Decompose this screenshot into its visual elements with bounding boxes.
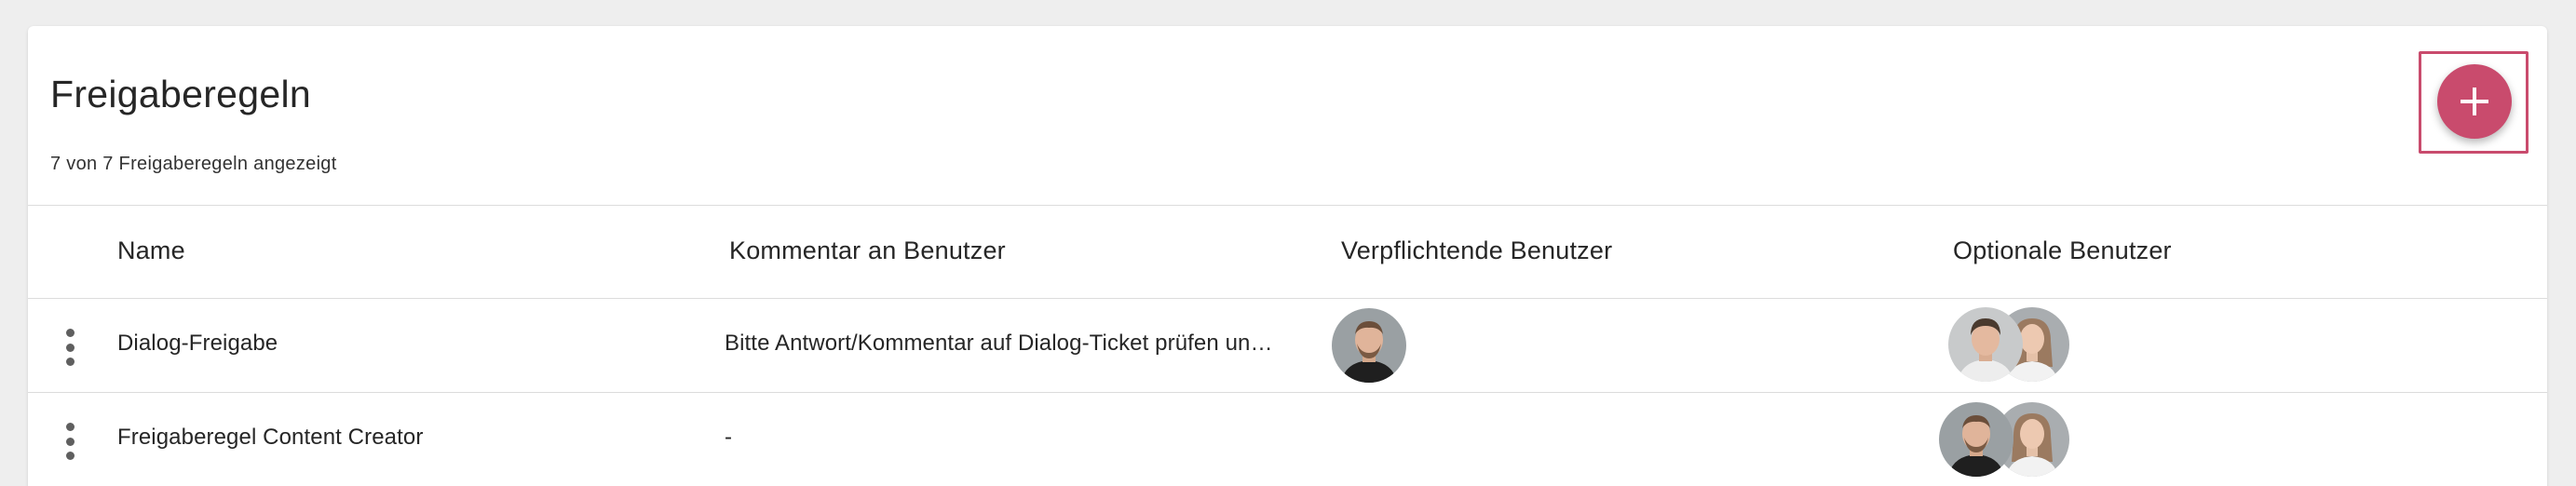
column-header-name[interactable]: Name	[117, 236, 185, 265]
more-vert-icon[interactable]	[61, 423, 78, 460]
man-young-avatar[interactable]	[1948, 307, 2023, 382]
add-button-highlight	[2419, 51, 2529, 154]
table-row[interactable]: Dialog-Freigabe Bitte Antwort/Kommentar …	[28, 299, 2547, 392]
rule-name: Dialog-Freigabe	[117, 331, 278, 356]
rule-name: Freigaberegel Content Creator	[117, 425, 424, 450]
add-rule-button[interactable]	[2437, 64, 2512, 139]
table-row[interactable]: Freigaberegel Content Creator -	[28, 393, 2547, 486]
rule-comment: Bitte Antwort/Kommentar auf Dialog-Ticke…	[725, 331, 1273, 356]
header-divider	[28, 205, 2547, 206]
more-vert-icon[interactable]	[61, 329, 78, 366]
man-avatar[interactable]	[1332, 308, 1406, 383]
rule-comment: -	[725, 425, 733, 450]
page-title: Freigaberegeln	[50, 73, 311, 115]
approval-rules-card: Freigaberegeln 7 von 7 Freigaberegeln an…	[28, 26, 2547, 486]
column-header-mandatory-users[interactable]: Verpflichtende Benutzer	[1341, 236, 1612, 265]
man-avatar[interactable]	[1939, 402, 2013, 477]
column-header-comment[interactable]: Kommentar an Benutzer	[729, 236, 1006, 265]
plus-icon	[2461, 88, 2488, 115]
column-header-optional-users[interactable]: Optionale Benutzer	[1953, 236, 2172, 265]
rule-count-text: 7 von 7 Freigaberegeln angezeigt	[50, 154, 337, 174]
